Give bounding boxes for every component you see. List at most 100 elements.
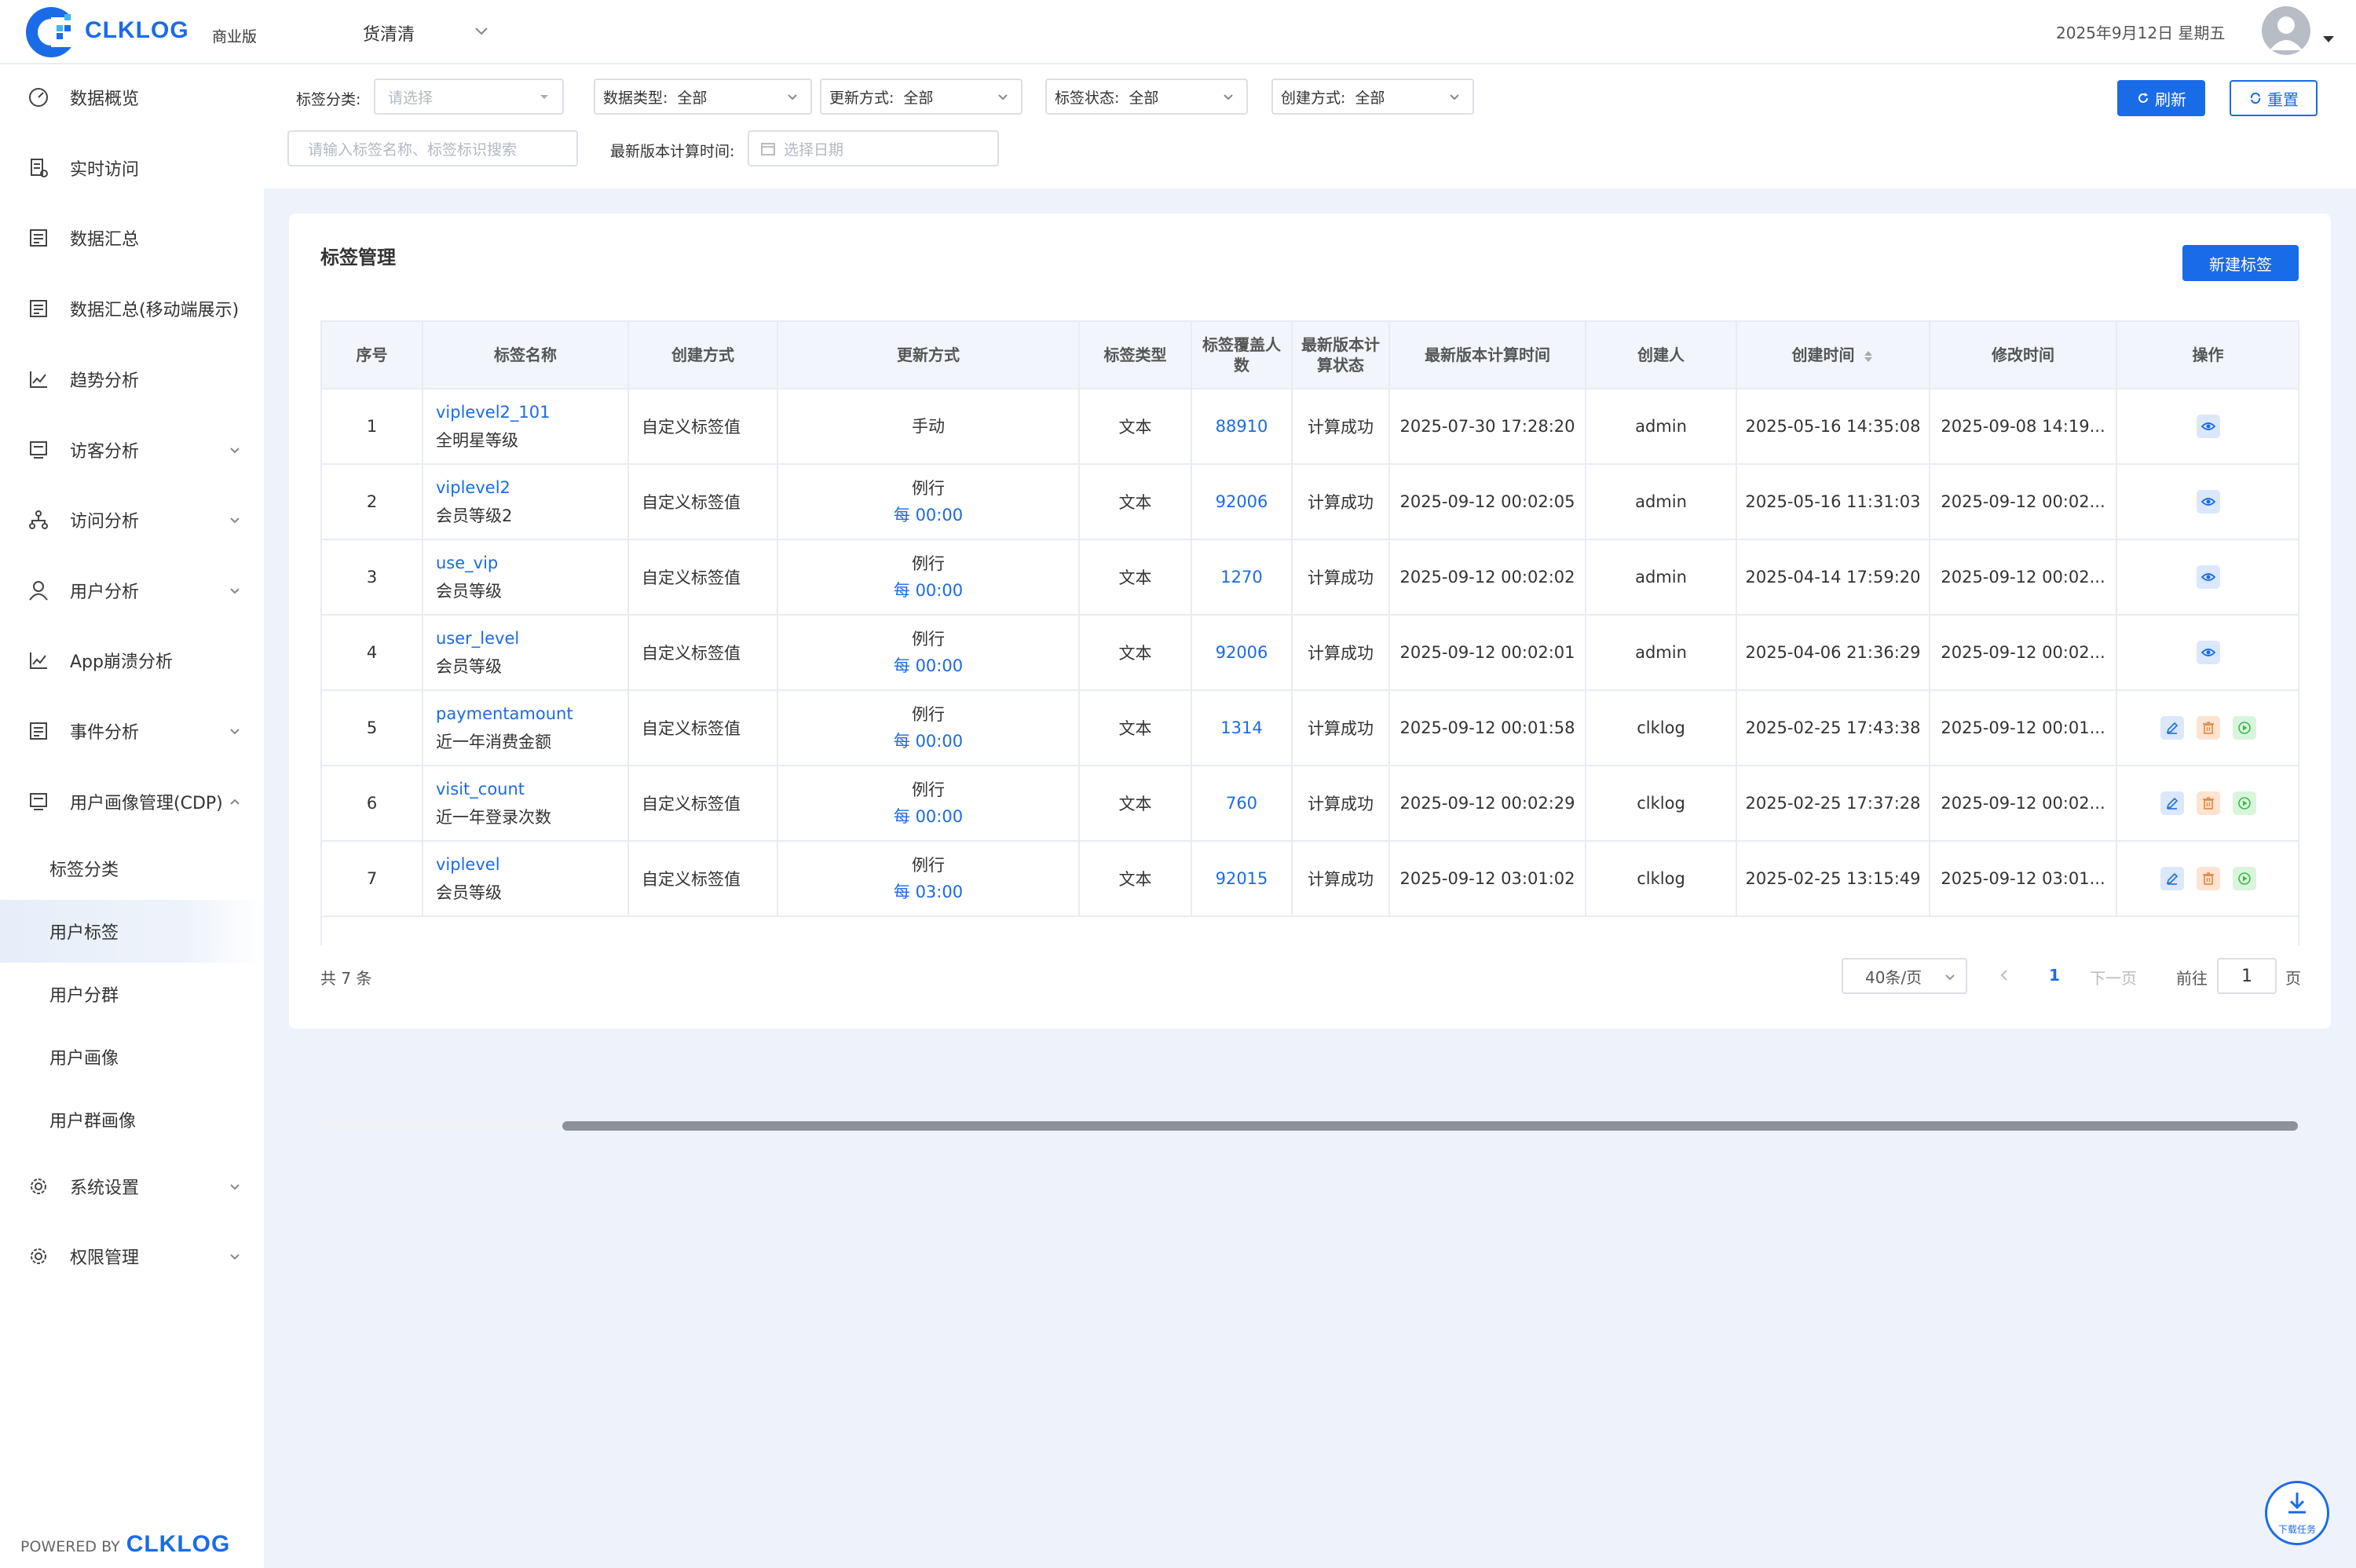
col-header-actions: 操作 [2116, 322, 2298, 389]
tag-table: 序号 标签名称 创建方式 更新方式 标签类型 标签覆盖人数 最新版本计算状态 最… [320, 320, 2299, 945]
prev-page-icon[interactable] [1997, 967, 2011, 983]
horizontal-scrollbar[interactable] [322, 1121, 2298, 1131]
cell-count[interactable]: 88910 [1191, 389, 1293, 465]
create-method-select[interactable]: 创建方式: 全部 [1271, 79, 1474, 115]
tag-status-select[interactable]: 标签状态: 全部 [1045, 79, 1248, 115]
cell-tag-name: viplevel2_101 全明星等级 [423, 389, 629, 465]
cell-count[interactable]: 760 [1191, 766, 1293, 842]
delete-icon[interactable] [2196, 791, 2220, 815]
calendar-icon [761, 143, 775, 155]
next-page-button[interactable]: 下一页 [2090, 966, 2137, 989]
sidebar-item-crash[interactable]: App崩溃分析 [0, 637, 264, 684]
col-header-type: 标签类型 [1079, 322, 1192, 389]
view-icon[interactable] [2196, 641, 2220, 664]
table-row: 2 viplevel2 会员等级2 自定义标签值 例行每 00:00 文本 92006 计算成… [322, 464, 2298, 540]
delete-icon[interactable] [2196, 867, 2220, 890]
sidebar-item-overview[interactable]: 数据概览 [0, 74, 264, 121]
chevron-down-icon [230, 729, 240, 735]
page-number-current[interactable]: 1 [2049, 966, 2060, 985]
refresh-button[interactable]: 刷新 [2117, 80, 2205, 116]
cell-type: 文本 [1079, 464, 1192, 540]
table-row: 1 viplevel2_101 全明星等级 自定义标签值 手动 文本 88910 计算成功 20… [322, 389, 2298, 465]
cell-method: 自定义标签值 [628, 464, 778, 540]
download-task-button[interactable]: 下载任务 [2265, 1481, 2329, 1545]
edition-label: 商业版 [212, 28, 258, 46]
sidebar-item-settings[interactable]: 系统设置 [0, 1163, 264, 1210]
tag-code-link[interactable]: viplevel2 [436, 473, 621, 502]
edit-icon[interactable] [2160, 716, 2184, 740]
powered-by: POWERED BY CLKLOG [20, 1531, 231, 1557]
sidebar-item-event[interactable]: 事件分析 [0, 707, 264, 755]
avatar[interactable] [2262, 6, 2310, 55]
date-picker[interactable]: 选择日期 [748, 130, 999, 166]
cell-actions [2116, 464, 2298, 540]
sidebar-subitem-tag-category[interactable]: 标签分类 [0, 837, 264, 900]
view-icon[interactable] [2196, 565, 2220, 589]
goto-suffix: 页 [2285, 969, 2301, 988]
cell-count[interactable]: 1314 [1191, 690, 1293, 766]
sidebar-item-summary-mobile[interactable]: 数据汇总(移动端展示) [0, 285, 264, 332]
cell-created: 2025-02-25 17:43:38 [1736, 690, 1930, 766]
edit-icon[interactable] [2160, 867, 2184, 890]
caret-down-icon[interactable] [2323, 36, 2334, 42]
sidebar-item-trend[interactable]: 趋势分析 [0, 356, 264, 403]
cell-calc-time: 2025-09-12 00:02:01 [1389, 615, 1586, 691]
page-size-select[interactable]: 40条/页 [1842, 958, 1967, 994]
sort-icon[interactable] [1863, 349, 1874, 364]
tag-code-link[interactable]: viplevel [436, 850, 621, 879]
org-selector[interactable]: 货清清 [363, 20, 415, 46]
sidebar-item-permission[interactable]: 权限管理 [0, 1233, 264, 1280]
tag-code-link[interactable]: paymentamount [436, 700, 621, 728]
delete-icon[interactable] [2196, 716, 2220, 740]
col-header-created[interactable]: 创建时间 [1736, 322, 1930, 389]
sidebar-item-user-analysis[interactable]: 用户分析 [0, 567, 264, 614]
col-header-no: 序号 [322, 322, 423, 389]
tag-code-link[interactable]: use_vip [436, 549, 621, 577]
cell-update: 例行每 00:00 [777, 690, 1080, 766]
sidebar-item-realtime[interactable]: 实时访问 [0, 144, 264, 192]
run-icon[interactable] [2232, 791, 2256, 815]
col-header-status: 最新版本计算状态 [1292, 322, 1390, 389]
cell-tag-name: paymentamount 近一年消费金额 [423, 690, 629, 766]
tag-code-link[interactable]: user_level [436, 624, 621, 652]
edit-icon[interactable] [2160, 791, 2184, 815]
cell-status: 计算成功 [1292, 766, 1390, 842]
cell-type: 文本 [1079, 539, 1192, 616]
sidebar-subitem-user-groups[interactable]: 用户分群 [0, 963, 264, 1025]
sidebar-item-cdp[interactable]: 用户画像管理(CDP) [0, 778, 264, 825]
sidebar-item-visit[interactable]: 访问分析 [0, 496, 264, 543]
view-icon[interactable] [2196, 490, 2220, 514]
update-method-select[interactable]: 更新方式: 全部 [820, 79, 1023, 115]
category-select[interactable]: 请选择 [374, 79, 564, 115]
sidebar-subitem-group-portrait[interactable]: 用户群画像 [0, 1088, 264, 1151]
cell-count[interactable]: 92006 [1191, 464, 1293, 540]
search-input[interactable]: 请输入标签名称、标签标识搜索 [287, 130, 578, 166]
cell-count[interactable]: 1270 [1191, 539, 1293, 616]
view-icon[interactable] [2196, 415, 2220, 438]
current-date: 2025年9月12日 星期五 [2056, 24, 2226, 42]
cell-update: 手动 [777, 389, 1080, 465]
download-icon [2288, 1493, 2306, 1514]
tag-code-link[interactable]: visit_count [436, 775, 621, 803]
reset-button[interactable]: 重置 [2230, 80, 2318, 116]
cell-count[interactable]: 92015 [1191, 841, 1293, 917]
cell-count[interactable]: 92006 [1191, 615, 1293, 691]
cell-modified: 2025-09-08 14:19... [1930, 389, 2117, 465]
sidebar-subitem-user-portrait[interactable]: 用户画像 [0, 1025, 264, 1088]
new-tag-button[interactable]: 新建标签 [2182, 245, 2299, 281]
summary-icon [30, 229, 47, 247]
sidebar-item-visitor[interactable]: 访客分析 [0, 426, 264, 473]
goto-page-input[interactable]: 1 [2217, 958, 2277, 994]
sidebar-item-summary[interactable]: 数据汇总 [0, 214, 264, 261]
cell-tag-name: viplevel 会员等级 [423, 841, 629, 917]
tag-code-link[interactable]: viplevel2_101 [436, 398, 621, 426]
run-icon[interactable] [2232, 716, 2256, 740]
chevron-down-icon[interactable] [473, 22, 490, 39]
cell-status: 计算成功 [1292, 539, 1390, 616]
cell-creator: admin [1586, 389, 1737, 465]
sidebar-subitem-user-tags[interactable]: 用户标签 [0, 900, 264, 963]
data-type-select[interactable]: 数据类型: 全部 [594, 79, 812, 115]
run-icon[interactable] [2232, 867, 2256, 890]
cell-actions [2116, 539, 2298, 616]
scrollbar-thumb[interactable] [562, 1121, 2298, 1131]
